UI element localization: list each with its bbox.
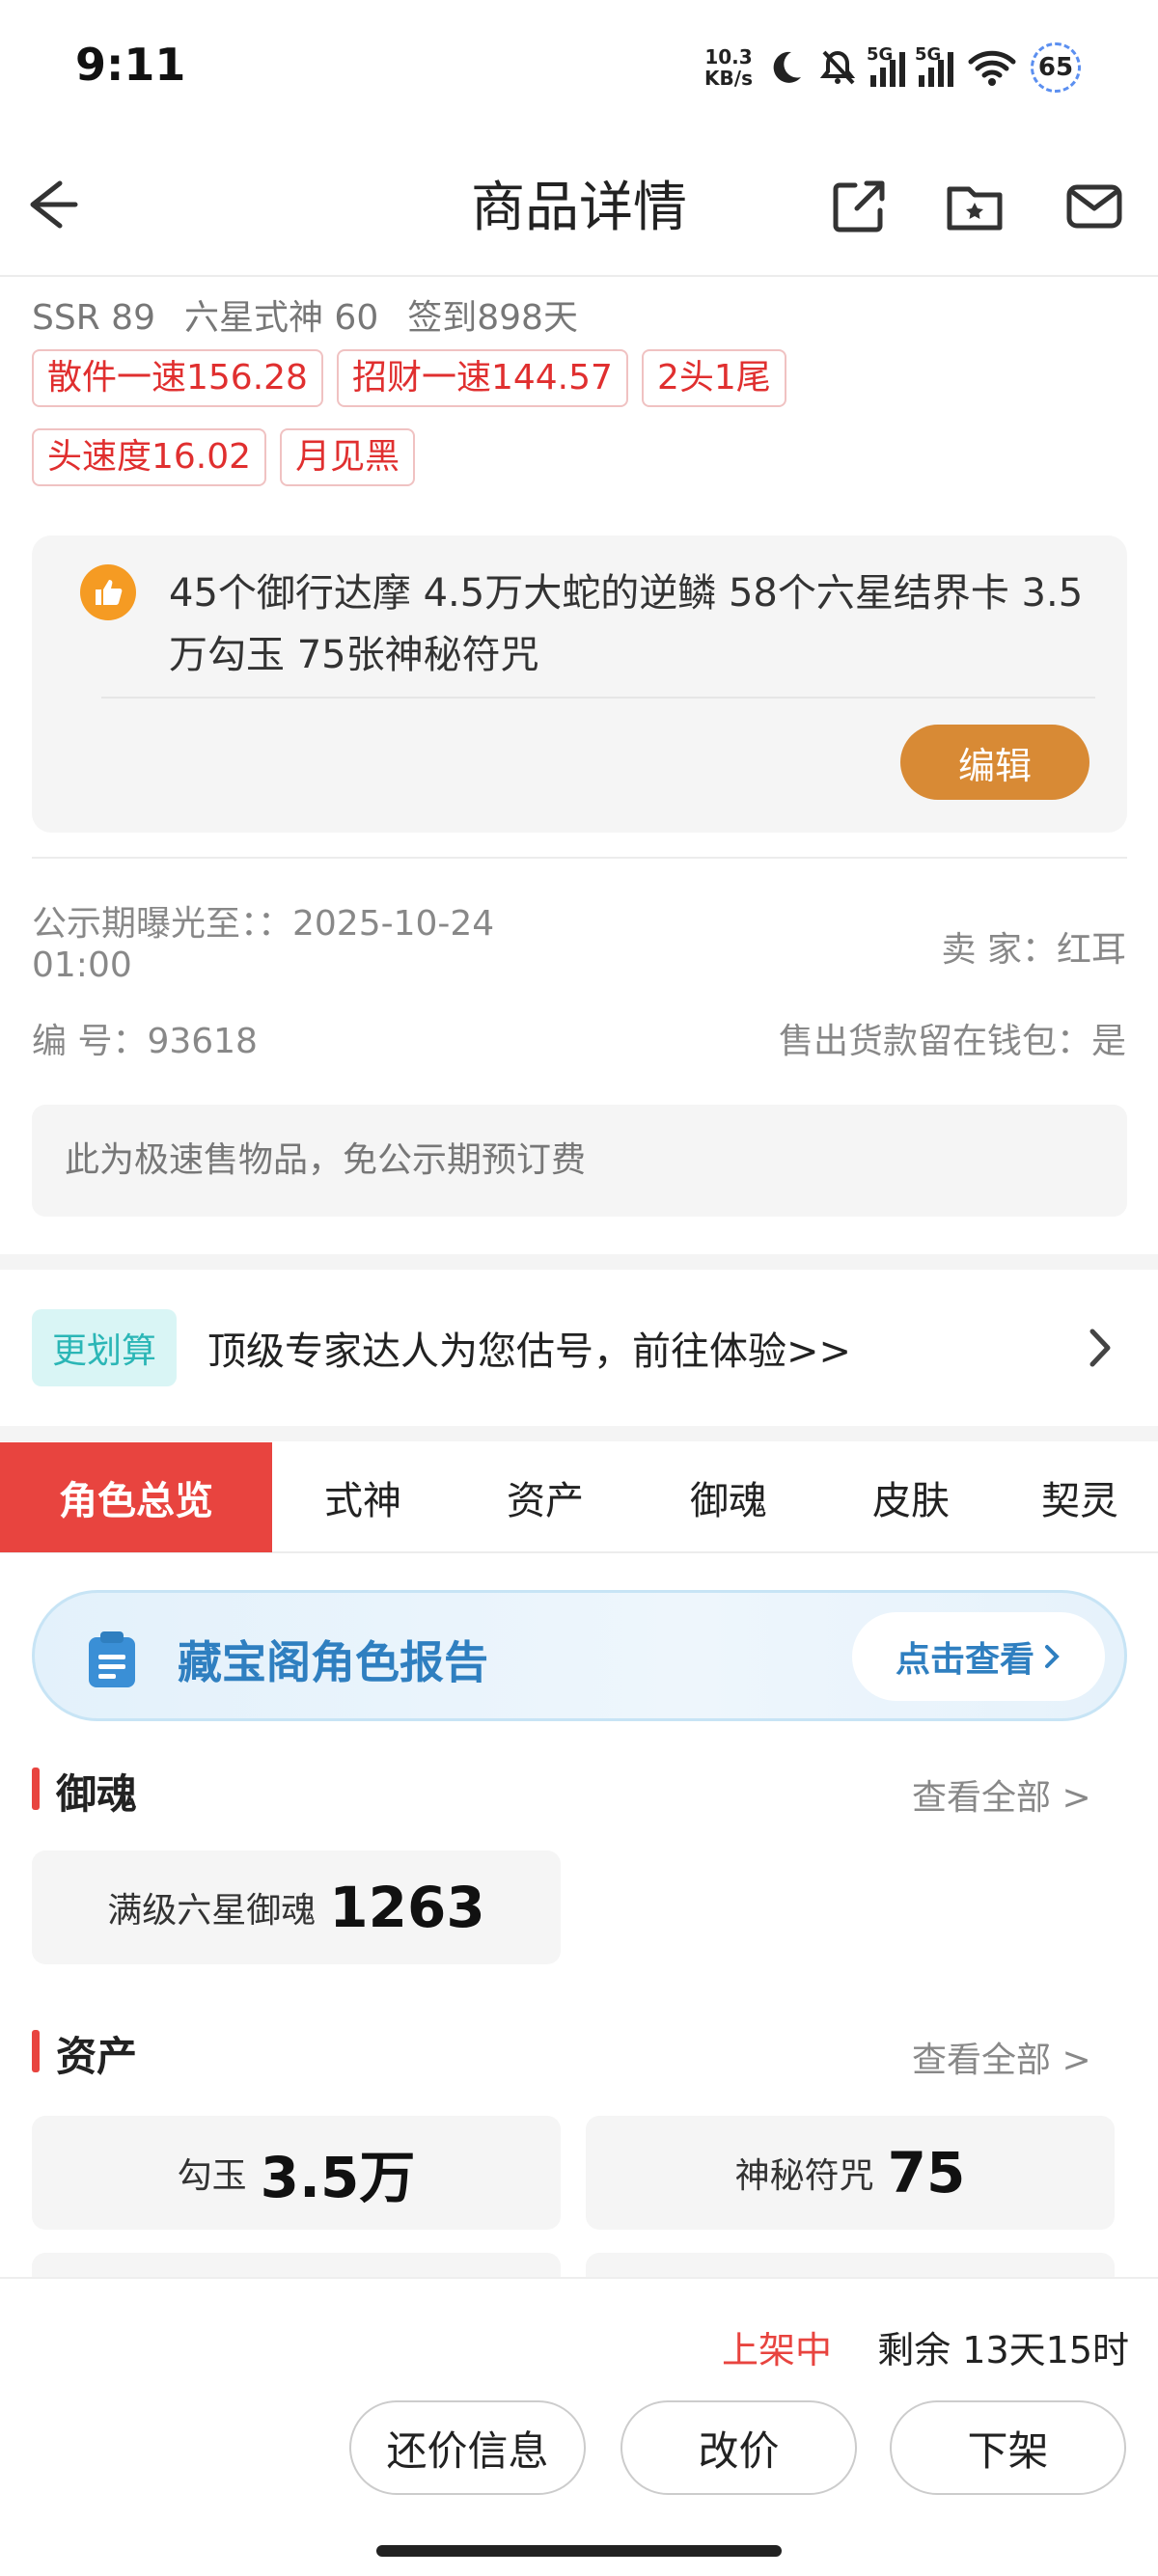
delist-button[interactable]: 下架	[890, 2400, 1126, 2495]
home-indicator[interactable]	[376, 2545, 782, 2557]
status-icons: 10.3 KB/s 5G 5G 65	[704, 39, 1081, 96]
view-all-assets[interactable]: 查看全部 >	[912, 2032, 1091, 2082]
tag: 招财一速144.57	[336, 349, 628, 407]
status-time: 9:11	[75, 39, 186, 91]
net-speed-unit: KB/s	[704, 67, 753, 90]
signal-icon: 5G	[867, 44, 905, 87]
section-separator	[0, 1426, 1158, 1441]
signal-icon: 5G	[915, 44, 953, 87]
section-marker	[32, 1768, 40, 1810]
view-all-yuhun[interactable]: 查看全部 >	[912, 1769, 1091, 1820]
edit-button[interactable]: 编辑	[900, 725, 1089, 800]
promo-link[interactable]: 顶级专家达人为您估号，前往体验>>	[207, 1320, 851, 1376]
note-divider	[101, 697, 1095, 699]
tab-yuhun[interactable]: 御魂	[637, 1442, 820, 1552]
bell-off-icon	[819, 50, 856, 85]
report-title: 藏宝阁角色报告	[178, 1636, 488, 1688]
battery-indicator: 65	[1031, 42, 1081, 93]
tab-assets[interactable]: 资产	[454, 1442, 637, 1552]
account-stats: SSR 89 六星式神 60 签到898天	[32, 289, 607, 340]
net-speed: 10.3 KB/s	[704, 46, 753, 89]
tag: 散件一速156.28	[32, 349, 323, 407]
asset-card: 神秘符咒 75	[586, 2116, 1115, 2230]
tab-shikigami[interactable]: 式神	[272, 1442, 454, 1552]
public-period-time: 01:00	[32, 945, 132, 985]
tag-row-1: 散件一速156.28 招财一速144.57 2头1尾	[32, 349, 1132, 407]
public-period: 公示期曝光至：：2025-10-24	[32, 904, 495, 944]
share-icon[interactable]	[828, 176, 890, 237]
section-separator	[0, 1254, 1158, 1270]
section-title-assets: 资产	[56, 2033, 138, 2080]
favorite-folder-icon[interactable]	[944, 176, 1006, 237]
tab-skins[interactable]: 皮肤	[820, 1442, 1002, 1552]
section-marker	[32, 2030, 40, 2072]
report-clipboard-icon	[89, 1631, 135, 1687]
card-value: 1263	[329, 1875, 485, 1940]
fast-sale-notice: 此为极速售物品，免公示期预订费	[32, 1105, 1127, 1217]
divider	[32, 857, 1127, 859]
wifi-icon	[968, 50, 1016, 86]
net-speed-value: 10.3	[704, 45, 753, 69]
change-price-button[interactable]: 改价	[620, 2400, 857, 2495]
ssr-count: SSR 89	[32, 298, 155, 338]
view-report-button[interactable]: 点击查看	[852, 1612, 1105, 1701]
six-star-count: 六星式神 60	[183, 298, 379, 338]
thumbs-up-icon	[80, 564, 136, 620]
serial-number: 编 号：93618	[32, 1022, 258, 1061]
yuhun-card: 满级六星御魂 1263	[32, 1850, 561, 1964]
counter-offer-button[interactable]: 还价信息	[349, 2400, 586, 2495]
chevron-right-icon	[1045, 1645, 1060, 1668]
tag: 头速度16.02	[32, 428, 267, 486]
tag-row-2: 头速度16.02 月见黑	[32, 428, 1132, 486]
tab-overview[interactable]: 角色总览	[0, 1442, 272, 1552]
tab-bar: 角色总览 式神 资产 御魂 皮肤 契灵	[0, 1442, 1158, 1553]
tab-qiling[interactable]: 契灵	[1002, 1442, 1158, 1552]
header-divider	[0, 275, 1158, 277]
card-label: 勾玉	[177, 2156, 247, 2196]
card-value: 75	[887, 2140, 966, 2206]
seller-note-text: 45个御行达摩 4.5万大蛇的逆鳞 58个六星结界卡 3.5万勾玉 75张神秘符…	[169, 571, 1084, 677]
signal-label: 5G	[915, 44, 942, 65]
asset-card: 勾玉 3.5万	[32, 2116, 561, 2230]
role-report-banner[interactable]: 藏宝阁角色报告 点击查看	[32, 1590, 1127, 1721]
moon-icon	[773, 51, 801, 83]
promo-badge: 更划算	[32, 1309, 177, 1386]
card-value: 3.5万	[260, 2145, 416, 2210]
card-label: 满级六星御魂	[107, 1891, 317, 1931]
view-report-label: 点击查看	[895, 1640, 1034, 1680]
section-title-yuhun: 御魂	[56, 1770, 138, 1818]
signal-label: 5G	[867, 44, 894, 65]
wallet-info: 售出货款留在钱包：是	[778, 1022, 1126, 1061]
chevron-right-icon[interactable]	[1081, 1324, 1119, 1372]
message-icon[interactable]	[1063, 176, 1125, 237]
checkin-days: 签到898天	[407, 298, 578, 338]
card-label: 神秘符咒	[734, 2156, 874, 2196]
tag: 月见黑	[280, 428, 416, 486]
tag: 2头1尾	[641, 349, 786, 407]
seller-note-box: 45个御行达摩 4.5万大蛇的逆鳞 58个六星结界卡 3.5万勾玉 75张神秘符…	[32, 535, 1127, 833]
seller-name: 卖 家：红耳	[941, 930, 1126, 970]
remaining-time: 剩余 13天15时	[877, 2329, 1129, 2371]
listing-status: 上架中	[721, 2329, 832, 2371]
